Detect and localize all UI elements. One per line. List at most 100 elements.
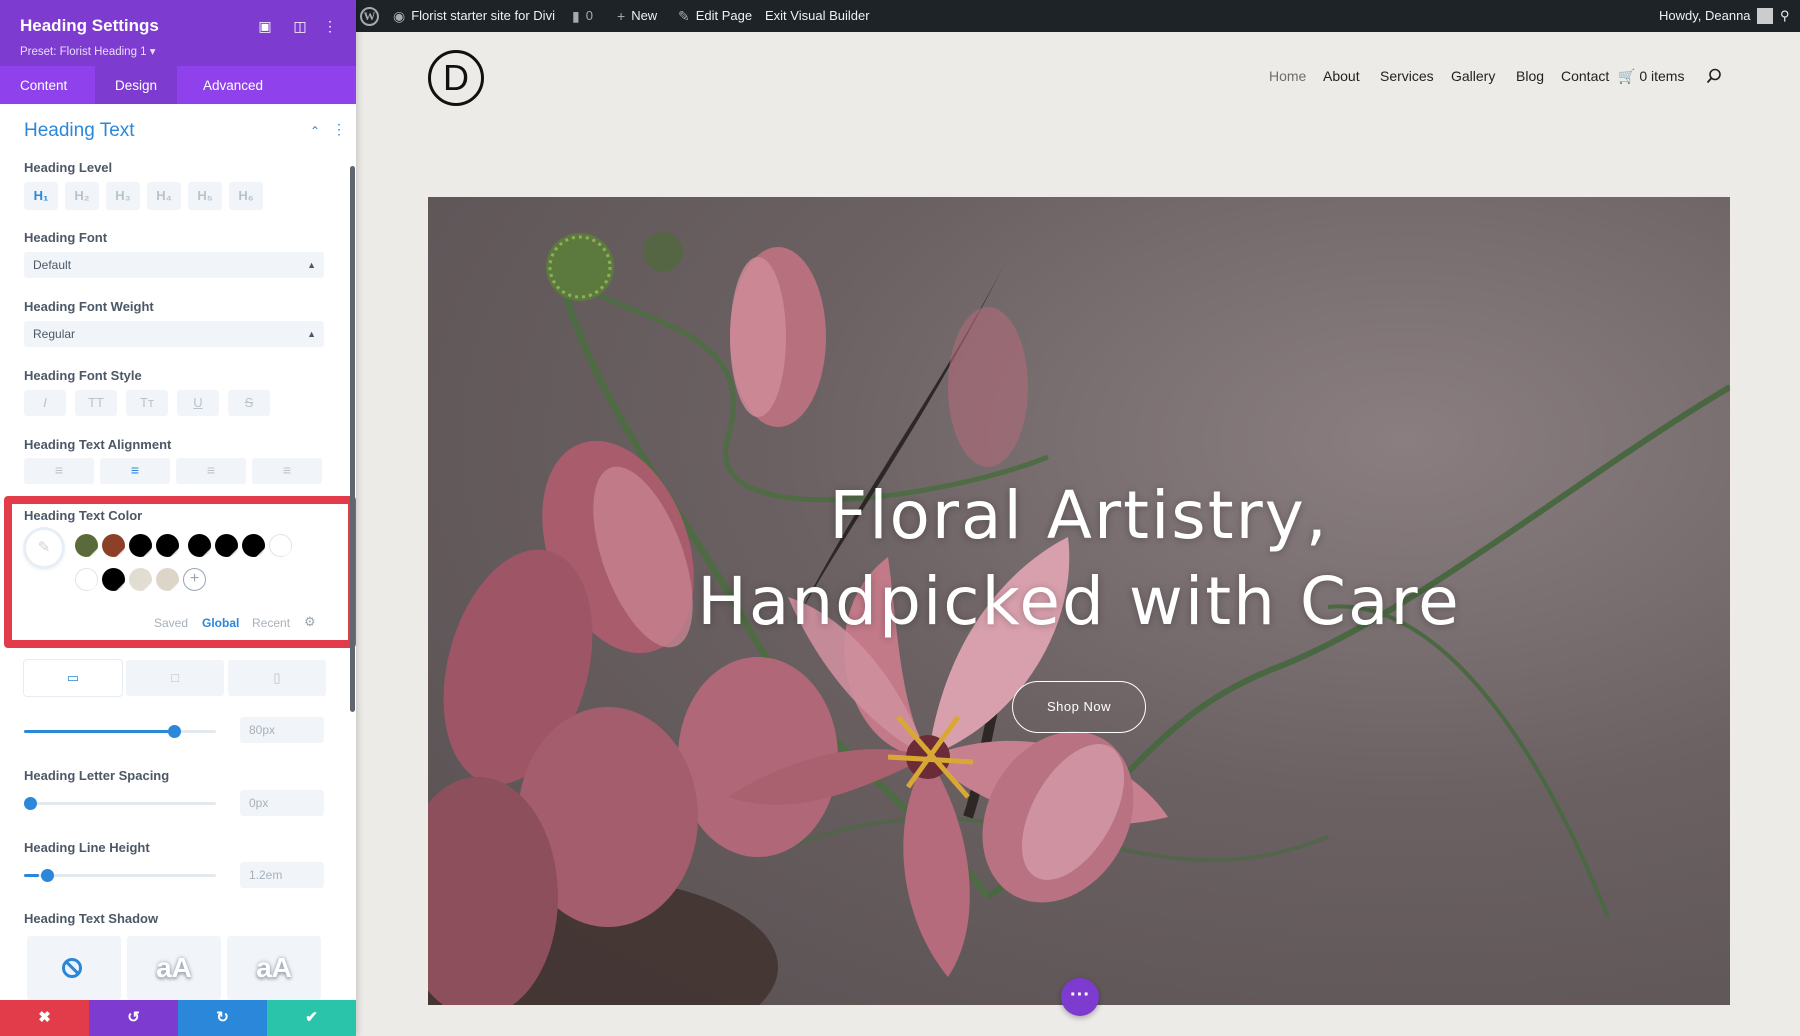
color-swatch[interactable] (215, 534, 238, 557)
palette-tab-saved[interactable]: Saved (154, 616, 188, 630)
gear-icon[interactable]: ⚙ (304, 614, 316, 630)
underline-button[interactable]: U (177, 390, 219, 416)
heading-level-h1[interactable]: H₁ (24, 182, 58, 210)
phone-icon: ▯ (273, 670, 280, 685)
new-content-link[interactable]: + New (617, 0, 657, 32)
color-swatch[interactable] (269, 534, 292, 557)
heading-font-select[interactable]: Default ▲ (24, 252, 324, 278)
collapse-chevron-icon[interactable]: ⌃ (310, 124, 320, 138)
color-swatch[interactable] (156, 568, 179, 591)
color-swatch[interactable] (129, 534, 152, 557)
phone-view-button[interactable]: ▯ (228, 660, 326, 696)
color-swatch[interactable] (188, 534, 211, 557)
tablet-view-button[interactable]: □ (126, 660, 224, 696)
page-preview: D Home About Services Gallery Blog Conta… (356, 32, 1800, 1036)
heading-level-h6[interactable]: H₆ (229, 182, 263, 210)
cart-link[interactable]: 🛒 0 items (1618, 68, 1684, 85)
nav-item-services[interactable]: Services (1380, 68, 1434, 84)
italic-button[interactable]: I (24, 390, 66, 416)
add-color-icon[interactable]: + (183, 568, 206, 591)
slider-handle[interactable] (168, 725, 181, 738)
comment-icon: ▮ (572, 0, 580, 32)
save-button[interactable]: ✔ (267, 1000, 356, 1036)
settings-panel: Heading Settings Preset: Florist Heading… (0, 0, 356, 1036)
preset-selector[interactable]: Preset: Florist Heading 1 ▾ (20, 44, 156, 58)
search-icon[interactable] (1706, 68, 1722, 84)
shadow-preset-2[interactable]: aA (227, 936, 321, 1000)
color-swatch[interactable] (156, 534, 179, 557)
hero-heading[interactable]: Floral Artistry, Handpicked with Care (428, 473, 1730, 645)
heading-text-alignment-label: Heading Text Alignment (24, 437, 171, 452)
desktop-icon: ▭ (67, 670, 79, 685)
discard-button[interactable]: ✖ (0, 1000, 89, 1036)
color-swatch[interactable] (102, 568, 125, 591)
section-title[interactable]: Heading Text (24, 120, 135, 142)
dashboard-icon: ◉ (393, 0, 405, 32)
more-options-icon[interactable]: ⋮ (321, 17, 339, 35)
color-swatch[interactable] (242, 534, 265, 557)
shop-now-button[interactable]: Shop Now (1012, 681, 1146, 733)
text-size-slider[interactable] (24, 730, 216, 733)
desktop-view-button[interactable]: ▭ (24, 660, 122, 696)
line-height-input[interactable]: 1.2em (240, 862, 324, 888)
capitalize-button[interactable]: Tт (126, 390, 168, 416)
text-size-input[interactable]: 80px (240, 717, 324, 743)
align-right-button[interactable]: ≡ (176, 458, 246, 484)
slider-handle[interactable] (24, 797, 37, 810)
nav-item-home[interactable]: Home (1269, 68, 1306, 84)
fullscreen-icon[interactable]: ▣ (256, 17, 274, 35)
user-account-menu[interactable]: Howdy, Deanna (1659, 0, 1773, 32)
align-center-button[interactable]: ≡ (100, 458, 170, 484)
no-shadow-button[interactable] (27, 936, 121, 1000)
heading-text-color-label: Heading Text Color (24, 508, 142, 523)
slider-handle[interactable] (41, 869, 54, 882)
nav-item-about[interactable]: About (1323, 68, 1360, 84)
nav-item-blog[interactable]: Blog (1516, 68, 1544, 84)
palette-tab-global[interactable]: Global (202, 616, 239, 630)
heading-level-h2[interactable]: H₂ (65, 182, 99, 210)
builder-menu-button[interactable]: ··· (1061, 978, 1099, 1016)
eyedropper-icon[interactable]: ✎ (26, 530, 62, 566)
tab-design[interactable]: Design (95, 66, 177, 104)
strikethrough-button[interactable]: S (228, 390, 270, 416)
heading-font-weight-select[interactable]: Regular ▲ (24, 321, 324, 347)
admin-search-icon[interactable]: ⚲ (1780, 0, 1790, 32)
heading-level-h3[interactable]: H₃ (106, 182, 140, 210)
hero-section: Floral Artistry, Handpicked with Care Sh… (428, 197, 1730, 1005)
letter-spacing-slider[interactable] (24, 802, 216, 805)
comments-link[interactable]: ▮ 0 (572, 0, 593, 32)
color-swatch[interactable] (102, 534, 125, 557)
edit-page-link[interactable]: ✎ Edit Page (678, 0, 752, 32)
site-logo[interactable]: D (428, 50, 484, 106)
exit-visual-builder-link[interactable]: Exit Visual Builder (765, 0, 870, 32)
heading-level-h5[interactable]: H₅ (188, 182, 222, 210)
tablet-icon: □ (171, 670, 179, 685)
shadow-preset-1[interactable]: aA (127, 936, 221, 1000)
nav-item-contact[interactable]: Contact (1561, 68, 1609, 84)
heading-level-h4[interactable]: H₄ (147, 182, 181, 210)
heading-font-weight-label: Heading Font Weight (24, 299, 154, 314)
align-left-button[interactable]: ≡ (24, 458, 94, 484)
section-options-icon[interactable]: ⋮ (332, 121, 346, 138)
palette-tab-recent[interactable]: Recent (252, 616, 290, 630)
site-name-link[interactable]: ◉ Florist starter site for Divi (393, 0, 555, 32)
align-justify-button[interactable]: ≡ (252, 458, 322, 484)
undo-button[interactable]: ↺ (89, 1000, 178, 1036)
uppercase-button[interactable]: TT (75, 390, 117, 416)
line-height-slider[interactable] (24, 874, 216, 877)
tab-advanced[interactable]: Advanced (183, 66, 283, 104)
tab-content[interactable]: Content (0, 66, 87, 104)
heading-font-style-label: Heading Font Style (24, 368, 142, 383)
pencil-icon: ✎ (678, 0, 690, 32)
color-swatch[interactable] (129, 568, 152, 591)
heading-line-height-label: Heading Line Height (24, 840, 150, 855)
color-swatch[interactable] (75, 534, 98, 557)
color-swatch[interactable] (75, 568, 98, 591)
wordpress-logo-icon[interactable]: W (360, 0, 379, 32)
split-view-icon[interactable]: ◫ (291, 17, 309, 35)
nav-item-gallery[interactable]: Gallery (1451, 68, 1495, 84)
heading-letter-spacing-label: Heading Letter Spacing (24, 768, 169, 783)
letter-spacing-input[interactable]: 0px (240, 790, 324, 816)
redo-button[interactable]: ↻ (178, 1000, 267, 1036)
panel-scrollbar[interactable] (350, 166, 355, 712)
